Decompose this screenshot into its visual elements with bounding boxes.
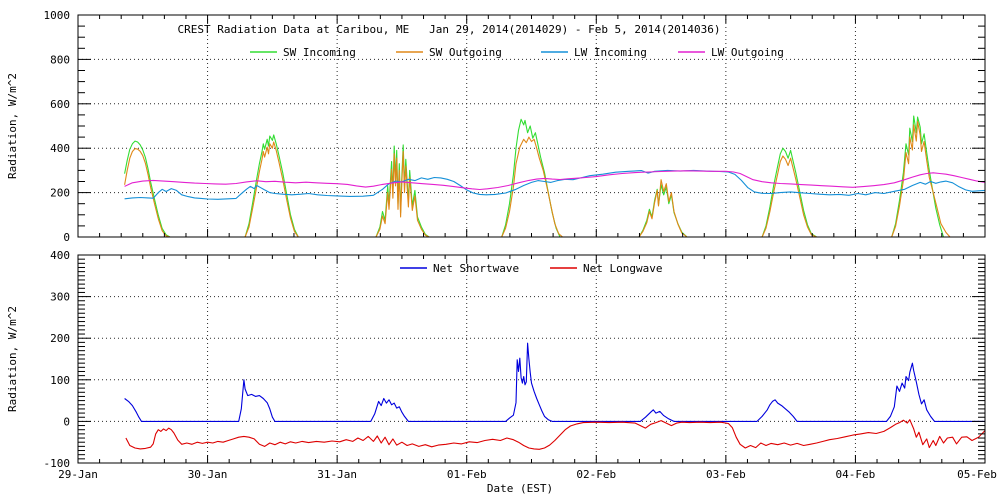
y-tick-label: 200 — [50, 332, 70, 345]
legend-label-net-longwave: Net Longwave — [583, 262, 662, 275]
x-tick-label: 31-Jan — [317, 468, 357, 481]
legend-label-lw-outgoing: LW Outgoing — [711, 46, 784, 59]
y-axis-title: Radiation, W/m^2 — [6, 306, 19, 412]
legend-label-lw-incoming: LW Incoming — [574, 46, 647, 59]
x-tick-label: 03-Feb — [706, 468, 746, 481]
x-tick-label: 02-Feb — [576, 468, 616, 481]
axis-ticks — [77, 254, 986, 464]
y-tick-label: 400 — [50, 249, 70, 262]
y-tick-label: 200 — [50, 187, 70, 200]
series-net-longwave — [125, 419, 986, 450]
panel-frame — [77, 14, 986, 238]
y-tick-label: 300 — [50, 291, 70, 304]
y-tick-label: 100 — [50, 374, 70, 387]
legend-label-sw-incoming: SW Incoming — [283, 46, 356, 59]
panel-frame — [77, 254, 986, 464]
y-tick-label: 800 — [50, 53, 70, 66]
radiation-figure: 0 200 400 600 800 1000 Radiation, W/m^2 CREST R… — [0, 0, 1000, 500]
series-net-shortwave — [124, 342, 985, 422]
y-tick-label: 0 — [63, 415, 70, 428]
series-sw-incoming — [124, 115, 945, 238]
x-axis-title: Date (EST) — [487, 482, 553, 495]
legend-label-net-shortwave: Net Shortwave — [433, 262, 519, 275]
y-tick-label: 600 — [50, 98, 70, 111]
top-panel: 0 200 400 600 800 1000 Radiation, W/m^2 CREST R… — [6, 9, 986, 244]
series-lw-outgoing — [124, 170, 986, 191]
x-tick-label: 29-Jan — [58, 468, 98, 481]
bottom-panel: -1000100200300400Radiation, W/m^229-Jan 3… — [6, 249, 997, 495]
y-tick-label: 0 — [63, 231, 70, 244]
radiation-chart: 02004006008001000Radiation, W/m^2CREST R… — [6, 9, 997, 495]
x-tick-label: 01-Feb — [447, 468, 487, 481]
legend-label-sw-outgoing: SW Outgoing — [429, 46, 502, 59]
axis-ticks — [77, 14, 986, 238]
y-axis-title: Radiation, W/m^2 — [6, 73, 19, 179]
x-tick-label: 05-Feb — [957, 468, 997, 481]
y-tick-label: 400 — [50, 142, 70, 155]
chart-title: CREST Radiation Data at Caribou, ME Jan … — [177, 23, 720, 36]
x-tick-label: 04-Feb — [836, 468, 876, 481]
y-tick-label: 1000 — [44, 9, 71, 22]
x-tick-label: 30-Jan — [188, 468, 228, 481]
